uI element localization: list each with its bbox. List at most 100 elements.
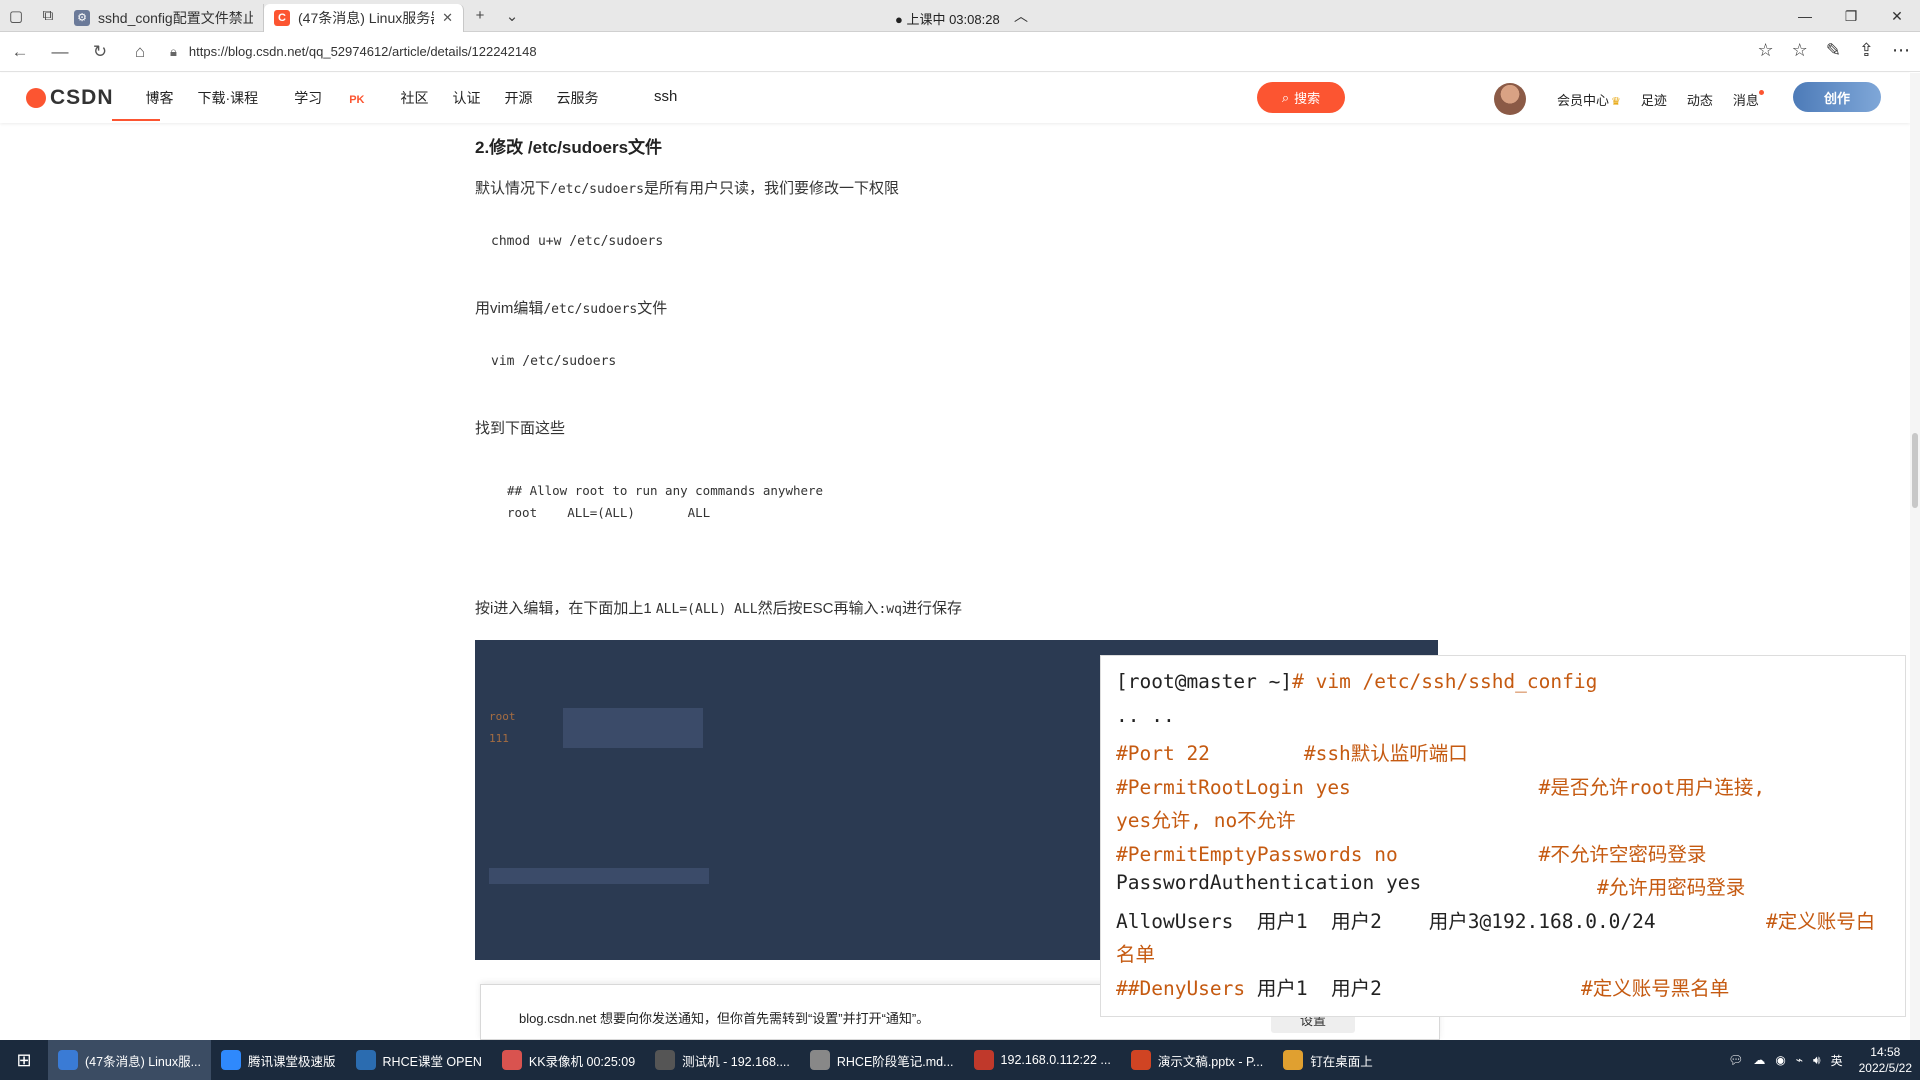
tab-title: sshd_config配置文件禁止ro xyxy=(98,9,253,26)
overlay-line-comment: #定义账号黑名单 xyxy=(1581,977,1730,1000)
notification-text: blog.csdn.net 想要向你发送通知，但你首先需转到“设置”并打开“通知… xyxy=(519,1011,930,1026)
member-center-link[interactable]: 会员中心 ♛ xyxy=(1557,90,1621,109)
windows-start-icon[interactable]: ⊞ xyxy=(0,1040,48,1080)
footprint-link[interactable]: 足迹 xyxy=(1641,90,1667,109)
url-text: https://blog.csdn.net/qq_52974612/articl… xyxy=(188,44,537,59)
overlay-line: #Port 22 #ssh默认监听端口 xyxy=(1116,742,1468,765)
paragraph-4: 按i进入编辑，在下面加上1 ALL=(ALL) ALL然后按ESC再输入:wq进… xyxy=(475,600,962,617)
lock-icon: 🔒︎ xyxy=(170,43,177,59)
taskbar-item[interactable]: 演示文稿.pptx - P... xyxy=(1121,1040,1273,1080)
chat-icon[interactable]: 💬︎ xyxy=(1728,1053,1743,1067)
csdn-favicon-icon: C xyxy=(274,9,290,26)
csdn-logo[interactable]: CSDN xyxy=(26,86,114,110)
pen-icon[interactable]: ✎ xyxy=(1826,40,1841,61)
taskbar-item[interactable]: KK录像机 00:25:09 xyxy=(492,1040,645,1080)
rhce-class-icon xyxy=(355,1050,376,1070)
taskbar-item[interactable]: (47条消息) Linux服... xyxy=(48,1040,212,1080)
more-icon[interactable]: ⋯ xyxy=(1892,40,1910,61)
back-icon[interactable]: ← xyxy=(0,42,40,62)
nav-learn[interactable]: 学习 PK xyxy=(270,88,388,108)
nav-community[interactable]: 社区 xyxy=(388,88,440,108)
user-links: 会员中心 ♛ 足迹 动态 消息 xyxy=(1557,90,1764,109)
taskbar-item-label: 测试机 - 192.168.... xyxy=(682,1054,790,1069)
tencent-class-icon xyxy=(221,1050,242,1070)
taskbar-item[interactable]: 192.168.0.112:22 ... xyxy=(964,1040,1121,1080)
taskbar-item-label: (47条消息) Linux服... xyxy=(85,1054,202,1069)
close-window-icon[interactable]: ✕ xyxy=(1874,0,1920,32)
sshd-config-overlay: [root@master ~]# vim /etc/ssh/sshd_confi… xyxy=(1100,655,1906,1017)
blurred-region xyxy=(563,708,703,748)
main-nav: 博客 下载·课程 学习 PK 社区 认证 开源 云服务 xyxy=(134,88,611,108)
network-icon[interactable]: ⌁ xyxy=(1796,1053,1803,1067)
overlay-line: [root@master ~]# vim /etc/ssh/sshd_confi… xyxy=(1116,670,1598,693)
tab-list-chevron-icon[interactable]: ⌄ xyxy=(496,0,528,32)
taskbar-item[interactable]: RHCE课堂 OPEN xyxy=(346,1040,492,1080)
taskbar-item[interactable]: 腾讯课堂极速版 xyxy=(211,1040,346,1080)
nav-active-indicator xyxy=(112,119,160,121)
typora-icon xyxy=(809,1050,830,1070)
volume-icon[interactable]: 🔊︎ xyxy=(1813,1053,1821,1068)
nav-download[interactable]: 下载·课程 xyxy=(186,88,271,108)
nav-cloud[interactable]: 云服务 xyxy=(544,88,610,108)
powerpoint-icon xyxy=(1130,1050,1151,1070)
forward-icon[interactable]: — xyxy=(40,42,80,62)
address-bar: ← — ↻ ⌂ 🔒︎ https://blog.csdn.net/qq_5297… xyxy=(0,32,1920,72)
url-field[interactable]: 🔒︎ https://blog.csdn.net/qq_52974612/art… xyxy=(170,44,537,60)
taskbar-item[interactable]: 钉在桌面上 xyxy=(1273,1040,1383,1080)
cloud-icon[interactable]: ☁ xyxy=(1753,1053,1765,1067)
nav-blog[interactable]: 博客 xyxy=(134,88,186,108)
blurred-region xyxy=(489,868,709,884)
home-icon[interactable]: ⌂ xyxy=(120,42,160,62)
vip-icon: ♛ xyxy=(1611,96,1621,108)
activity-link[interactable]: 动态 xyxy=(1687,90,1713,109)
scrollbar-thumb[interactable] xyxy=(1912,433,1918,508)
search-input[interactable]: ssh xyxy=(654,88,677,105)
kk-recorder-icon xyxy=(501,1050,522,1070)
code-vim: vim /etc/sudoers xyxy=(491,354,617,369)
search-button[interactable]: ⌕ 搜索 xyxy=(1257,82,1345,113)
avatar[interactable] xyxy=(1494,83,1526,115)
browser-tab-bar: ▢ ⧉ ⚙ sshd_config配置文件禁止ro C (47条消息) Linu… xyxy=(0,0,1920,32)
taskbar-item[interactable]: 测试机 - 192.168.... xyxy=(645,1040,800,1080)
terminal-icon xyxy=(973,1050,994,1070)
ime-lang[interactable]: 英 xyxy=(1831,1052,1843,1069)
search-icon: ⌕ xyxy=(1281,89,1290,105)
pk-badge: PK xyxy=(349,94,365,106)
page-scrollbar[interactable] xyxy=(1910,73,1920,1040)
overlay-line: yes允许, no不允许 xyxy=(1116,809,1296,832)
csdn-logo-icon xyxy=(26,88,46,108)
overlay-line: .. .. xyxy=(1116,704,1175,727)
taskbar-item[interactable]: RHCE阶段笔记.md... xyxy=(800,1040,964,1080)
create-button[interactable]: 创作 xyxy=(1793,82,1881,112)
tray-app-icon[interactable]: ◉ xyxy=(1775,1053,1785,1067)
tab-actions-icon[interactable]: ⧉ xyxy=(32,0,64,32)
messages-link[interactable]: 消息 xyxy=(1733,90,1764,109)
taskbar-items: (47条消息) Linux服... 腾讯课堂极速版 RHCE课堂 OPEN KK录像机… xyxy=(48,1040,1383,1080)
taskbar-item-label: 192.168.0.112:22 ... xyxy=(1000,1053,1111,1067)
refresh-icon[interactable]: ↻ xyxy=(80,42,120,62)
minimize-icon[interactable]: — xyxy=(1782,0,1828,32)
workspaces-icon[interactable]: ▢ xyxy=(0,0,32,32)
close-tab-icon[interactable]: ✕ xyxy=(442,10,453,26)
taskbar-item-label: RHCE课堂 OPEN xyxy=(382,1054,482,1069)
pin-icon xyxy=(1283,1050,1304,1070)
taskbar-item-label: 腾讯课堂极速版 xyxy=(248,1054,336,1069)
section-heading: 2.修改 /etc/sudoers文件 xyxy=(475,138,663,157)
taskbar-item-label: RHCE阶段笔记.md... xyxy=(836,1054,954,1069)
favorite-star-icon[interactable]: ☆ xyxy=(1758,40,1774,61)
clock[interactable]: 14:58 2022/5/22 xyxy=(1859,1044,1912,1076)
paragraph-1: 默认情况下/etc/sudoers是所有用户只读，我们要修改一下权限 xyxy=(475,180,899,197)
edge-icon xyxy=(58,1050,78,1070)
tab-sshd-config[interactable]: ⚙ sshd_config配置文件禁止ro xyxy=(64,3,264,32)
tab-title: (47条消息) Linux服务器 xyxy=(298,9,435,26)
nav-certify[interactable]: 认证 xyxy=(440,88,492,108)
share-icon[interactable]: ⇪ xyxy=(1859,40,1874,61)
nav-opensource[interactable]: 开源 xyxy=(492,88,544,108)
restore-icon[interactable]: ❐ xyxy=(1828,0,1874,32)
favorites-list-icon[interactable]: ☆ xyxy=(1792,40,1808,61)
tab-csdn-article[interactable]: C (47条消息) Linux服务器 ✕ xyxy=(264,3,464,32)
chevron-up-icon[interactable]: ︿ xyxy=(1014,6,1028,26)
new-tab-icon[interactable]: + xyxy=(464,0,496,32)
overlay-line: AllowUsers 用户1 用户2 用户3@192.168.0.0/24 xyxy=(1116,910,1656,933)
settings-favicon-icon: ⚙ xyxy=(74,9,90,26)
